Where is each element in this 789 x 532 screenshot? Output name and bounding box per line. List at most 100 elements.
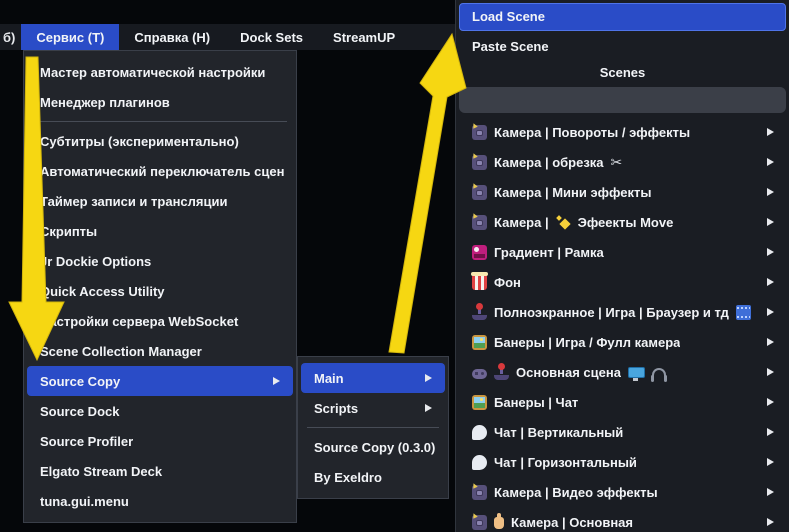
scene-menu-item[interactable]: Основная сцена — [459, 357, 786, 387]
menu-bar-item-help[interactable]: Справка (Н) — [119, 24, 225, 50]
chat-bubble-icon — [472, 455, 487, 470]
menu-item-websocket-settings[interactable]: Настройки сервера WebSocket — [24, 306, 296, 336]
joystick-icon — [472, 305, 487, 320]
submenu-arrow-icon — [767, 308, 774, 316]
submenu-arrow-icon — [767, 278, 774, 286]
scene-label: Основная сцена — [516, 365, 621, 380]
submenu-item-label: Main — [314, 371, 344, 386]
menu-item-quick-access-utility[interactable]: Quick Access Utility — [24, 276, 296, 306]
menu-separator — [33, 121, 287, 122]
scene-label: Фон — [494, 275, 521, 290]
scene-menu-item[interactable]: Камера | Повороты / эффекты — [459, 117, 786, 147]
scene-label: Камера | — [494, 215, 549, 230]
camera-icon — [472, 125, 487, 140]
scissors-icon: ✂ — [611, 155, 623, 170]
monitor-icon — [628, 367, 645, 378]
scene-label: Банеры | Чат — [494, 395, 578, 410]
menu-item-elgato-stream-deck[interactable]: Elgato Stream Deck — [24, 456, 296, 486]
scene-search-input[interactable] — [459, 87, 786, 113]
scene-menu-item[interactable]: Камера | обрезка ✂ — [459, 147, 786, 177]
menu-item-auto-scene-switcher[interactable]: Автоматический переключатель сцен — [24, 156, 296, 186]
menu-item-source-copy[interactable]: Source Copy — [27, 366, 293, 396]
scene-label: Камера | Мини эффекты — [494, 185, 651, 200]
submenu-arrow-icon — [767, 158, 774, 166]
popcorn-icon — [472, 275, 487, 290]
menu-item-output-timer[interactable]: Таймер записи и трансляции — [24, 186, 296, 216]
menu-item-scene-collection-manager[interactable]: Scene Collection Manager — [24, 336, 296, 366]
tools-menu: Мастер автоматической настройки Менеджер… — [23, 50, 297, 523]
submenu-arrow-icon — [767, 368, 774, 376]
scene-menu-item[interactable]: Банеры | Чат — [459, 387, 786, 417]
scene-menu-item[interactable]: Чат | Горизонтальный — [459, 447, 786, 477]
menu-item-scripts[interactable]: Скрипты — [24, 216, 296, 246]
scene-label: Чат | Горизонтальный — [494, 455, 637, 470]
joystick-icon — [494, 365, 509, 380]
submenu-item-version: Source Copy (0.3.0) — [298, 432, 448, 462]
gamepad-icon — [472, 369, 487, 379]
app-window: б) Сервис (Т) Справка (Н) Dock Sets Stre… — [0, 0, 789, 532]
menu-bar-item-dock-sets[interactable]: Dock Sets — [225, 24, 318, 50]
submenu-arrow-icon — [767, 188, 774, 196]
camera-icon — [472, 215, 487, 230]
scene-label: Градиент | Рамка — [494, 245, 604, 260]
submenu-arrow-icon — [767, 218, 774, 226]
scene-menu-item[interactable]: Камера | Основная — [459, 507, 786, 532]
scene-label: Банеры | Игра / Фулл камера — [494, 335, 680, 350]
menu-item-captions[interactable]: Субтитры (экспериментально) — [24, 126, 296, 156]
submenu-arrow-icon — [767, 128, 774, 136]
menu-separator — [307, 427, 439, 428]
scene-label: Камера | Основная — [511, 515, 633, 530]
film-icon — [736, 305, 751, 320]
scene-label: Камера | Повороты / эффекты — [494, 125, 690, 140]
submenu-item-label: Scripts — [314, 401, 358, 416]
submenu-arrow-icon — [767, 458, 774, 466]
menu-bar-partial-item[interactable]: б) — [0, 24, 21, 50]
paste-scene-button[interactable]: Paste Scene — [459, 33, 786, 61]
scene-label: Камера | обрезка — [494, 155, 604, 170]
camera-icon — [472, 185, 487, 200]
chat-bubble-icon — [472, 425, 487, 440]
menu-bar-item-tools[interactable]: Сервис (Т) — [21, 24, 119, 50]
scene-menu-item[interactable]: Камера | Видео эффекты — [459, 477, 786, 507]
scene-menu-item[interactable]: Чат | Вертикальный — [459, 417, 786, 447]
pink-frame-icon — [472, 245, 487, 260]
camera-icon — [472, 485, 487, 500]
submenu-arrow-icon — [425, 374, 432, 382]
menu-item-tuna-gui-menu[interactable]: tuna.gui.menu — [24, 486, 296, 516]
menu-bar-item-streamup[interactable]: StreamUP — [318, 24, 410, 50]
menu-item-jr-dockie-options[interactable]: Jr Dockie Options — [24, 246, 296, 276]
submenu-arrow-icon — [767, 338, 774, 346]
submenu-arrow-icon — [767, 518, 774, 526]
source-copy-submenu: Main Scripts Source Copy (0.3.0) By Exel… — [297, 356, 449, 499]
scene-menu-item[interactable]: Камера | Эфеекты Move — [459, 207, 786, 237]
scene-menu-item[interactable]: Полноэкранное | Игра | Браузер и тд — [459, 297, 786, 327]
picture-icon — [472, 335, 487, 350]
camera-icon — [472, 515, 487, 530]
menu-item-source-profiler[interactable]: Source Profiler — [24, 426, 296, 456]
menu-item-label: Source Copy — [40, 374, 120, 389]
scene-menu-item[interactable]: Банеры | Игра / Фулл камера — [459, 327, 786, 357]
menu-item-auto-config[interactable]: Мастер автоматической настройки — [24, 57, 296, 87]
picture-icon — [472, 395, 487, 410]
scene-menu-item[interactable]: Фон — [459, 267, 786, 297]
submenu-item-author: By Exeldro — [298, 462, 448, 492]
scene-label: Эфеекты Move — [578, 215, 674, 230]
submenu-item-main[interactable]: Main — [301, 363, 445, 393]
menu-item-plugin-manager[interactable]: Менеджер плагинов — [24, 87, 296, 117]
load-scene-button[interactable]: Load Scene — [459, 3, 786, 31]
submenu-item-scripts[interactable]: Scripts — [298, 393, 448, 423]
submenu-arrow-icon — [767, 248, 774, 256]
submenu-arrow-icon — [273, 377, 280, 385]
submenu-arrow-icon — [767, 428, 774, 436]
scene-menu-item[interactable]: Камера | Мини эффекты — [459, 177, 786, 207]
pointing-finger-icon — [494, 517, 504, 529]
submenu-arrow-icon — [767, 488, 774, 496]
scenes-header: Scenes — [459, 61, 786, 85]
menu-item-source-dock[interactable]: Source Dock — [24, 396, 296, 426]
submenu-arrow-icon — [767, 398, 774, 406]
scene-menu-item[interactable]: Градиент | Рамка — [459, 237, 786, 267]
scene-label: Полноэкранное | Игра | Браузер и тд — [494, 305, 729, 320]
sparkles-icon — [556, 215, 571, 230]
camera-icon — [472, 155, 487, 170]
scene-label: Камера | Видео эффекты — [494, 485, 658, 500]
